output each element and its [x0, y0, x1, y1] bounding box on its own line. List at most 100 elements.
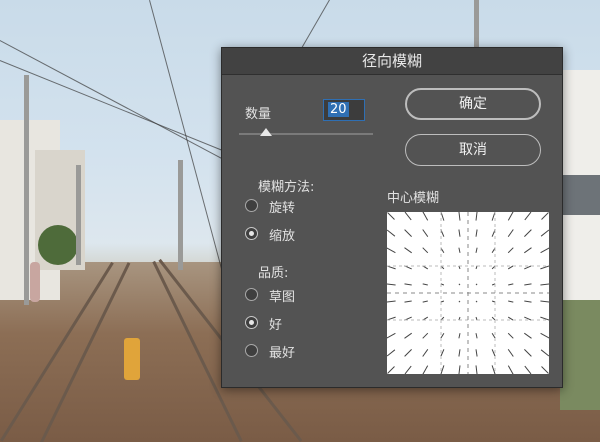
track-marker	[124, 338, 140, 380]
blur-streak	[475, 265, 478, 270]
blur-streak	[540, 247, 549, 254]
blur-streak	[507, 247, 514, 254]
tree	[38, 225, 78, 265]
blur-streak	[458, 333, 461, 339]
blur-streak	[404, 212, 412, 221]
amount-value[interactable]: 20	[328, 102, 349, 117]
amount-label: 数量	[245, 107, 272, 122]
amount-slider-thumb[interactable]	[259, 128, 272, 136]
blur-streak	[475, 316, 478, 321]
person	[30, 262, 40, 302]
quality-good-radio[interactable]	[245, 316, 258, 329]
blur-streak	[524, 349, 532, 357]
blur-streak	[440, 300, 445, 303]
blur-streak	[387, 349, 396, 357]
blur-streak	[404, 247, 412, 254]
blur-streak	[422, 247, 429, 254]
blur-streak	[524, 247, 532, 254]
blur-streak	[524, 332, 532, 339]
blur-streak	[524, 283, 532, 286]
quality-best-label[interactable]: 最好	[269, 342, 295, 361]
quality-draft-radio[interactable]	[245, 288, 258, 301]
blur-streak	[540, 349, 549, 357]
blur-streak	[508, 300, 514, 303]
quality-good-label[interactable]: 好	[269, 314, 282, 333]
blur-streak	[404, 332, 412, 339]
blur-streak	[475, 283, 478, 286]
blur-streak	[507, 212, 514, 221]
blur-streak	[387, 212, 395, 220]
blur-streak	[458, 247, 461, 253]
blur-streak	[491, 316, 496, 321]
blur-streak	[458, 349, 461, 357]
blur-streak	[475, 333, 478, 339]
quality-label: 品质:	[258, 266, 289, 281]
blur-streak	[541, 366, 549, 374]
blur-streak	[475, 349, 478, 357]
blur-streak	[507, 332, 514, 339]
blur-streak	[422, 365, 429, 374]
blur-streak	[422, 283, 428, 286]
blur-streak	[540, 332, 549, 339]
blur-streak	[524, 365, 532, 374]
blur-streak	[458, 212, 461, 221]
blur-method-label: 模糊方法:	[258, 180, 315, 195]
utility-pole	[24, 75, 29, 305]
blur-streak	[387, 247, 396, 254]
blur-streak	[404, 300, 412, 303]
blur-streak	[422, 300, 428, 303]
blur-streak	[422, 349, 429, 357]
blur-streak	[491, 300, 496, 303]
blur-streak	[475, 247, 478, 253]
method-zoom-radio[interactable]	[245, 227, 258, 240]
blur-streak	[475, 300, 478, 303]
blur-streak	[458, 300, 461, 303]
blur-streak	[404, 229, 412, 237]
blur-streak	[422, 212, 429, 221]
blur-streak	[541, 212, 549, 220]
blur-streak	[508, 283, 514, 286]
amount-input[interactable]: 20	[323, 99, 365, 121]
blur-streak	[507, 349, 514, 357]
method-spin-radio[interactable]	[245, 199, 258, 212]
blur-streak	[475, 365, 478, 374]
hedge-right	[560, 300, 600, 410]
blur-streak	[507, 229, 514, 237]
blur-streak	[524, 212, 532, 221]
cancel-button[interactable]: 取消	[405, 134, 541, 166]
blur-streak	[507, 365, 514, 374]
blur-center-label: 中心模糊	[387, 191, 440, 206]
blur-streak	[387, 300, 396, 303]
ok-button[interactable]: 确定	[405, 88, 541, 120]
blur-streak	[387, 229, 396, 237]
blur-streak	[458, 365, 461, 374]
utility-pole	[76, 165, 81, 265]
quality-best-radio[interactable]	[245, 344, 258, 357]
blur-streak	[475, 212, 478, 221]
blur-streak	[422, 332, 429, 339]
blur-streak	[524, 229, 532, 237]
blur-streak	[387, 283, 396, 286]
radial-blur-dialog: 径向模糊 数量 20 确定 取消 模糊方法: 旋转 缩放 品质: 草图 好 最好…	[221, 47, 563, 388]
dialog-title[interactable]: 径向模糊	[222, 48, 562, 75]
blur-streak	[387, 332, 396, 339]
zoom-preview-graphic	[387, 212, 549, 374]
blur-center-preview[interactable]	[387, 212, 549, 374]
utility-pole	[474, 0, 479, 50]
blur-streak	[540, 229, 549, 237]
blur-streak	[540, 283, 549, 286]
blur-streak	[458, 283, 461, 286]
blur-streak	[540, 300, 549, 303]
utility-pole	[178, 160, 183, 270]
blur-streak	[475, 229, 478, 237]
blur-streak	[422, 229, 429, 237]
blur-streak	[404, 365, 412, 374]
blur-streak	[458, 229, 461, 237]
blur-streak	[404, 283, 412, 286]
quality-draft-label[interactable]: 草图	[269, 286, 295, 305]
blur-streak	[387, 366, 395, 374]
blur-streak	[524, 300, 532, 303]
method-zoom-label[interactable]: 缩放	[269, 225, 295, 244]
house-roof	[562, 175, 600, 215]
method-spin-label[interactable]: 旋转	[269, 197, 295, 216]
